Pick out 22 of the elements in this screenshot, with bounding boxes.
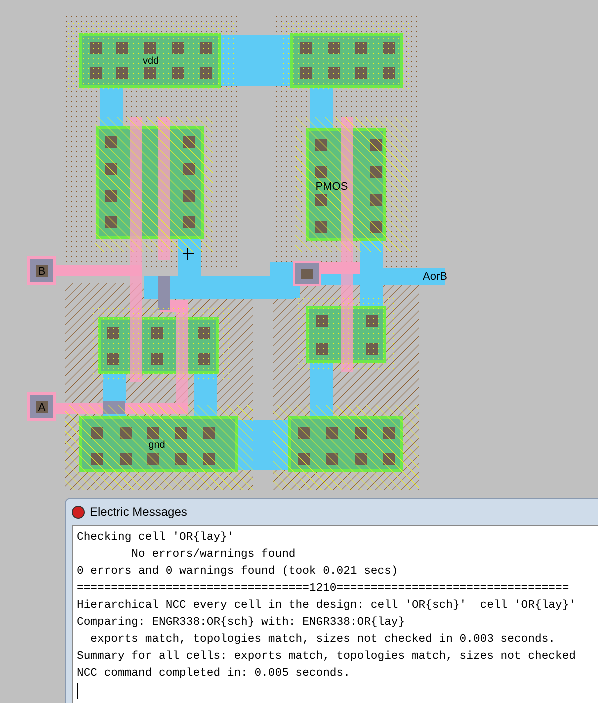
- log-line: ==================================1210==================================: [77, 582, 570, 597]
- log-line: 0 errors and 0 warnings found (took 0.021 secs): [77, 564, 400, 580]
- via-square: [158, 276, 170, 310]
- app-icon: [72, 506, 85, 518]
- log-line: Summary for all cells: exports match, topologies match, sizes not checked: [77, 650, 577, 665]
- net-label: gnd: [148, 440, 166, 451]
- net-label: vdd: [142, 56, 160, 67]
- crosshair-icon: [182, 248, 194, 260]
- log-line: Comparing: ENGR338:OR{sch} with: ENGR338:OR{lay}: [77, 616, 406, 631]
- log-line: Checking cell 'OR{lay}': [77, 530, 236, 546]
- log-line: NCC command completed in: 0.005 seconds.: [77, 666, 352, 682]
- log-line: Hierarchical NCC every cell in the design: cell 'OR{sch}' cell 'OR{lay}': [77, 598, 577, 614]
- pin-b: [28, 256, 56, 286]
- pin-label: B: [38, 266, 46, 278]
- export-label: AorB: [423, 271, 448, 283]
- log-line: No errors/warnings found: [130, 548, 297, 563]
- via-contact: [293, 261, 321, 286]
- window-title: Electric Messages: [90, 504, 188, 521]
- pin-label: A: [38, 402, 46, 414]
- text-cursor: [77, 683, 78, 699]
- log-line: exports match, topologies match, sizes not checked in 0.003 seconds.: [90, 632, 556, 648]
- pin-a: [28, 392, 56, 422]
